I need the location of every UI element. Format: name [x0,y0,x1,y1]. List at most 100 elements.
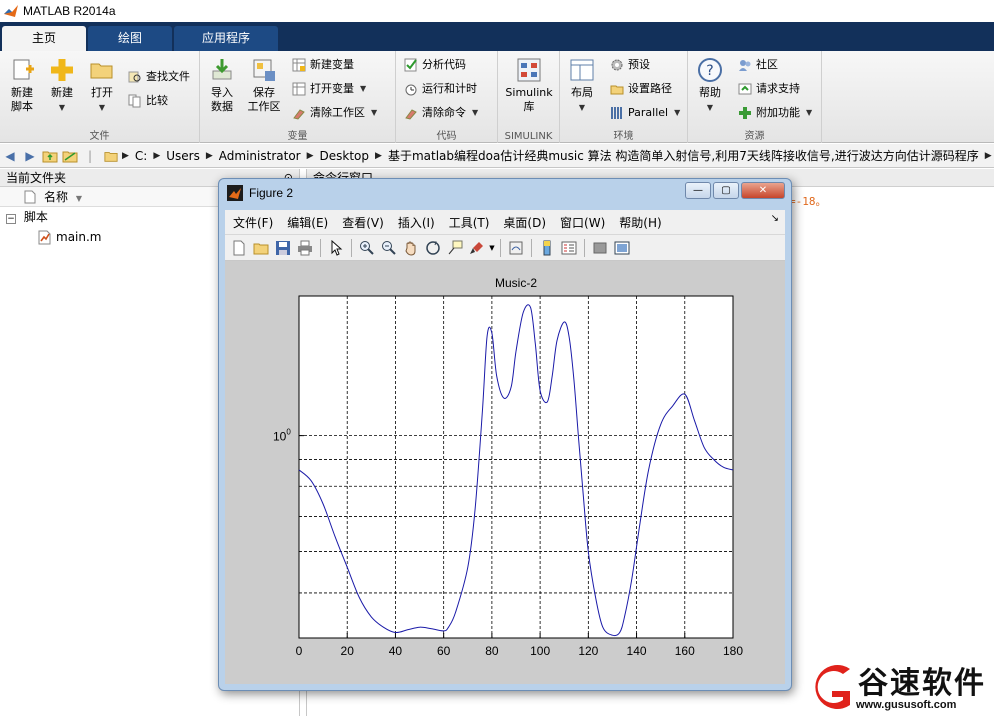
path-segment-drive[interactable]: C: [135,149,147,163]
maximize-button[interactable]: ▢ [713,182,739,199]
show-plot-tools-icon[interactable] [611,238,633,258]
new-variable-label: 新建变量 [310,58,354,71]
new-script-icon [13,59,34,80]
plot-axes-background [299,296,733,638]
compare-icon [128,94,141,108]
request-support-icon [738,83,752,95]
resources-group-label: 资源 [744,131,765,142]
open-file-icon[interactable] [250,238,272,258]
path-segment-users[interactable]: Users [166,149,200,163]
new-figure-icon[interactable] [228,238,250,258]
set-path-button[interactable]: 设置路径 [610,79,672,99]
tab-apps[interactable]: 应用程序 [174,26,278,51]
request-support-label: 请求支持 [756,82,800,95]
path-segment-administrator[interactable]: Administrator [219,149,301,163]
forward-arrow-icon[interactable]: ▶ [22,149,38,163]
menu-tools[interactable]: 工具(T) [449,214,490,231]
parallel-label: Parallel [628,106,669,119]
import-data-button[interactable]: 导入 数据 [202,57,242,114]
clear-workspace-button[interactable]: 清除工作区 ▼ [292,103,377,123]
addons-button[interactable]: 附加功能 ▼ [738,103,812,123]
data-cursor-icon[interactable] [444,238,466,258]
close-button[interactable]: ✕ [741,182,785,199]
collapse-icon[interactable]: − [6,214,16,224]
analyze-code-icon [404,58,417,72]
save-workspace-label: 保存 工作区 [247,86,281,113]
save-workspace-button[interactable]: 保存 工作区 [244,57,284,114]
path-segment-desktop[interactable]: Desktop [320,149,370,163]
figure-title-bar[interactable]: Figure 2 — ▢ ✕ [219,179,791,207]
zoom-out-icon[interactable] [378,238,400,258]
open-variable-button[interactable]: 打开变量 ▼ [292,79,366,99]
browse-folder-icon[interactable] [62,148,78,164]
open-variable-dropdown-icon: ▼ [360,84,367,93]
menu-view[interactable]: 查看(V) [342,214,384,231]
folder-open-icon [90,63,113,79]
dock-arrow-icon[interactable]: ↘ [771,213,779,224]
main-title-bar: MATLAB R2014a [0,0,994,22]
matlab-figure-icon [227,185,243,201]
ribbon-tab-strip: 主页 绘图 应用程序 [0,22,994,51]
toolbar-separator [500,238,501,257]
new-button[interactable]: 新建 ▼ [42,57,82,115]
tab-plots[interactable]: 绘图 [88,26,172,51]
layout-dropdown-icon: ▼ [578,103,586,112]
pan-icon[interactable] [400,238,422,258]
compare-label: 比较 [146,94,168,107]
file-group-label: 文件 [89,131,110,142]
x-tick-label: 20 [341,644,355,658]
clear-workspace-label: 清除工作区 [310,106,365,119]
new-variable-icon [292,58,306,72]
name-column-label: 名称 [44,190,69,204]
menu-file[interactable]: 文件(F) [233,214,273,231]
menu-insert[interactable]: 插入(I) [398,214,435,231]
menu-help[interactable]: 帮助(H) [619,214,661,231]
path-segment-project-folder[interactable]: 基于matlab编程doa估计经典music 算法 构造简单入射信号,利用7天线… [388,147,979,164]
pointer-icon[interactable] [325,238,347,258]
new-script-button[interactable]: 新建 脚本 [2,57,42,114]
back-arrow-icon[interactable]: ◀ [2,149,18,163]
set-path-icon [610,85,624,95]
clear-commands-icon [405,109,417,120]
colorbar-icon[interactable] [536,238,558,258]
figure-canvas[interactable]: 0 20 40 60 80 100 120 140 160 180 100 Music-2 [225,261,785,684]
simulink-library-button[interactable]: Simulink 库 [502,57,556,114]
new-variable-button[interactable]: 新建变量 [292,55,354,75]
clear-commands-button[interactable]: 清除命令 ▼ [404,103,478,123]
zoom-in-icon[interactable] [356,238,378,258]
brush-icon[interactable] [466,238,488,258]
find-files-button[interactable]: 查找文件 [128,67,190,87]
menu-window[interactable]: 窗口(W) [560,214,605,231]
figure-toolbar: ▼ [225,234,785,261]
legend-icon[interactable] [558,238,580,258]
app-title: MATLAB R2014a [23,4,116,18]
up-folder-icon[interactable] [42,148,58,164]
preferences-button[interactable]: 预设 [610,55,650,75]
music-spectrum-plot[interactable]: 0 20 40 60 80 100 120 140 160 180 100 Music-2 [225,261,785,684]
minimize-button[interactable]: — [685,182,711,199]
save-icon[interactable] [272,238,294,258]
help-button[interactable]: ? 帮助 ▼ [690,57,730,115]
analyze-code-button[interactable]: 分析代码 [404,55,466,75]
request-support-button[interactable]: 请求支持 [738,79,800,99]
layout-button[interactable]: 布局 ▼ [562,57,602,115]
tab-home[interactable]: 主页 [2,26,86,51]
figure-window[interactable]: Figure 2 — ▢ ✕ 文件(F) 编辑(E) 查看(V) 插入(I) 工… [218,178,792,691]
menu-desktop[interactable]: 桌面(D) [503,214,546,231]
layout-icon [570,59,594,81]
parallel-button[interactable]: Parallel ▼ [610,103,680,123]
brush-dropdown-icon[interactable]: ▼ [488,238,496,258]
rotate-3d-icon[interactable] [422,238,444,258]
compare-button[interactable]: 比较 [128,91,168,111]
community-button[interactable]: 社区 [738,55,778,75]
run-and-time-button[interactable]: 运行和计时 [404,79,477,99]
menu-edit[interactable]: 编辑(E) [287,214,328,231]
preferences-label: 预设 [628,58,650,71]
print-icon[interactable] [294,238,316,258]
open-button[interactable]: 打开 ▼ [82,57,122,115]
environment-group-label: 环境 [613,131,634,142]
link-plot-icon[interactable] [505,238,527,258]
hide-plot-tools-icon[interactable] [589,238,611,258]
current-folder-address-bar: ◀ ▶ | ▶ C: ▶ Users ▶ Administrator ▶ Des… [0,144,994,168]
open-label: 打开 [91,86,113,99]
